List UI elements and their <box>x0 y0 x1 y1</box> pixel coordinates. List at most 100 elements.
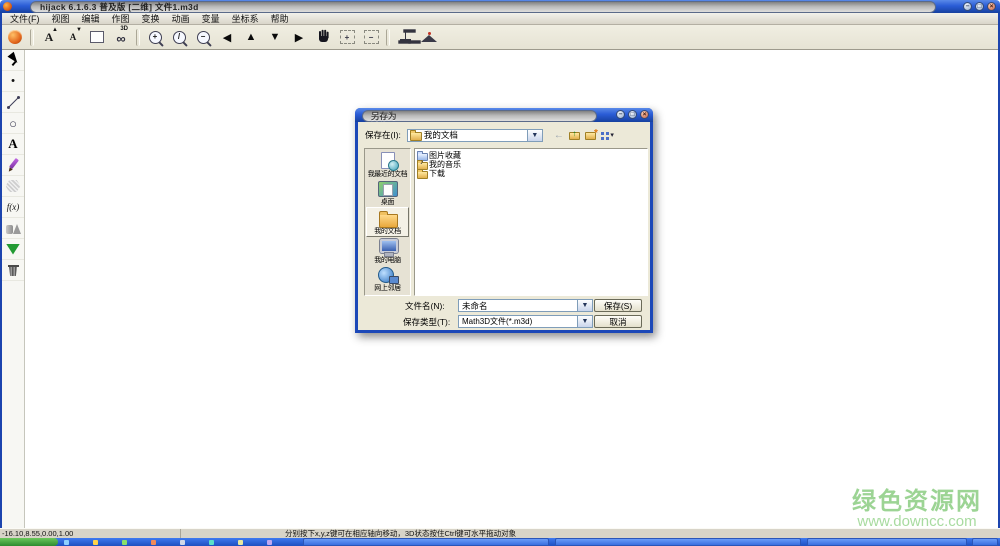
file-list[interactable]: 图片收藏 ♪ 我的音乐 下载 <box>414 148 648 296</box>
pan-up-icon[interactable]: ▲ <box>240 27 262 47</box>
icon-badge: ▲ <box>52 27 58 33</box>
pan-left-icon[interactable]: ◀ <box>216 27 238 47</box>
dialog-close-button[interactable]: × <box>640 110 649 119</box>
quick-launch-icon[interactable] <box>122 539 127 545</box>
place-item[interactable]: 我的电脑 <box>366 237 409 265</box>
dialog-window-controls: − □ × <box>616 110 649 119</box>
dropdown-arrow-icon[interactable]: ▼ <box>526 129 542 141</box>
quick-launch-icon[interactable] <box>238 539 243 545</box>
music-folder-icon: ♪ <box>417 159 428 170</box>
view-menu-icon[interactable]: ▾ <box>600 129 614 142</box>
place-item[interactable]: 我的文档 <box>366 207 409 237</box>
quick-launch-icon[interactable] <box>151 539 156 545</box>
place-label: 我的文档 <box>374 227 401 235</box>
dialog-maximize-button[interactable]: □ <box>628 110 637 119</box>
icon-badge: 3D <box>120 26 128 32</box>
pan-hand-icon[interactable] <box>312 27 334 47</box>
menu-item[interactable]: 变换 <box>136 13 166 25</box>
file-name-input[interactable]: 未命名 ▼ <box>458 299 593 312</box>
place-item[interactable]: 我最近的文档 <box>366 151 409 179</box>
cap-icon[interactable] <box>418 27 440 47</box>
app-title-bar: hijack 6.1.6.3 普及版 [二维] 文件1.m3d − □ × <box>0 0 1000 13</box>
place-label: 桌面 <box>380 198 395 206</box>
icon-glyph <box>421 34 437 42</box>
point-tool-icon[interactable]: • <box>2 71 24 92</box>
menu-item[interactable]: 文件(F) <box>4 13 46 25</box>
toolbar: A ▲ A ▼ ∞ 3D + / − ◀ ▲ ▼ ▶ + − <box>0 25 1000 50</box>
zoom-region-in-icon[interactable]: + <box>336 27 358 47</box>
file-name-row: 文件名(N): 未命名 ▼ <box>405 299 593 312</box>
font-decrease-icon[interactable]: A ▼ <box>62 27 84 47</box>
my-computer-icon <box>375 238 401 257</box>
up-folder-icon[interactable] <box>568 129 582 142</box>
zoom-in-icon[interactable]: + <box>144 27 166 47</box>
coordinate-system-icon[interactable] <box>394 27 416 47</box>
file-type-row: 保存类型(T): Math3D文件(*.m3d) ▼ <box>403 315 593 328</box>
zoom-default-icon[interactable]: / <box>168 27 190 47</box>
cancel-button[interactable]: 取消 <box>594 315 642 328</box>
file-list-item[interactable]: 下载 <box>417 168 647 179</box>
pencil-tool-icon[interactable] <box>2 155 24 176</box>
menu-item[interactable]: 编辑 <box>76 13 106 25</box>
new-folder-icon[interactable] <box>584 128 598 142</box>
start-button[interactable] <box>0 538 58 546</box>
close-button[interactable]: × <box>987 2 996 11</box>
minimize-button[interactable]: − <box>963 2 972 11</box>
icon-glyph: + <box>148 30 162 44</box>
circle-tool-icon[interactable]: ○ <box>2 113 24 134</box>
dialog-minimize-button[interactable]: − <box>616 110 625 119</box>
icon-glyph: / <box>172 30 186 44</box>
pan-right-icon[interactable]: ▶ <box>288 27 310 47</box>
taskbar-button[interactable] <box>303 538 549 546</box>
dropdown-arrow-icon[interactable]: ▼ <box>577 316 592 327</box>
text-tool-icon[interactable]: A <box>2 134 24 155</box>
quick-launch-icon[interactable] <box>209 539 214 545</box>
function-tool-icon[interactable]: f(x) <box>2 197 24 218</box>
delete-tool-icon[interactable] <box>2 260 24 281</box>
icon-glyph <box>6 158 21 173</box>
3d-glasses-icon[interactable]: ∞ 3D <box>110 26 132 47</box>
back-icon[interactable]: ← <box>552 129 566 142</box>
font-increase-icon[interactable]: A ▲ <box>38 27 60 47</box>
quick-launch-icon[interactable] <box>180 539 185 545</box>
app-logo-icon <box>3 2 12 11</box>
menu-item[interactable]: 视图 <box>46 13 76 25</box>
taskbar <box>0 538 1000 546</box>
file-list-item[interactable]: ♪ 我的音乐 <box>417 159 647 170</box>
colors-tool-icon[interactable] <box>2 239 24 260</box>
pan-down-icon[interactable]: ▼ <box>264 27 286 47</box>
window-title: hijack 6.1.6.3 普及版 [二维] 文件1.m3d <box>40 2 199 12</box>
dropdown-arrow-icon[interactable]: ▼ <box>577 300 592 311</box>
network-icon <box>375 266 401 285</box>
menu-item[interactable]: 动画 <box>166 13 196 25</box>
taskbar-button[interactable] <box>972 538 998 546</box>
file-type-value: Math3D文件(*.m3d) <box>462 317 533 326</box>
select-tool-icon[interactable] <box>2 50 24 71</box>
file-type-combo[interactable]: Math3D文件(*.m3d) ▼ <box>458 315 593 328</box>
taskbar-button[interactable] <box>555 538 801 546</box>
places-bar: 我最近的文档 桌面 我的文档 我的电脑 网上邻居 <box>364 148 411 296</box>
icon-glyph <box>6 243 20 255</box>
place-item[interactable]: 网上邻居 <box>366 265 409 293</box>
zoom-region-out-icon[interactable]: − <box>360 27 382 47</box>
menu-item[interactable]: 帮助 <box>265 13 295 25</box>
maximize-button[interactable]: □ <box>975 2 984 11</box>
polygon-tool-icon[interactable] <box>2 176 24 197</box>
quick-launch-icon[interactable] <box>64 539 69 545</box>
place-item[interactable]: 桌面 <box>366 179 409 207</box>
save-button[interactable]: 保存(S) <box>594 299 642 312</box>
solids-tool-icon[interactable] <box>2 218 24 239</box>
menu-item[interactable]: 坐标系 <box>226 13 265 25</box>
quick-launch-icon[interactable] <box>93 539 98 545</box>
save-in-combo[interactable]: 我的文档 ▼ <box>406 128 543 142</box>
dialog-title-bar: 另存为 − □ × <box>355 108 653 122</box>
segment-tool-icon[interactable] <box>2 92 24 113</box>
menu-item[interactable]: 变量 <box>196 13 226 25</box>
zoom-out-icon[interactable]: − <box>192 27 214 47</box>
menu-item[interactable]: 作图 <box>106 13 136 25</box>
taskbar-button[interactable] <box>807 538 967 546</box>
icon-glyph: ∞ <box>116 31 126 46</box>
rectangle-tool-icon[interactable] <box>86 27 108 47</box>
quick-launch-icon[interactable] <box>267 539 272 545</box>
icon-glyph: f(x) <box>6 202 20 212</box>
